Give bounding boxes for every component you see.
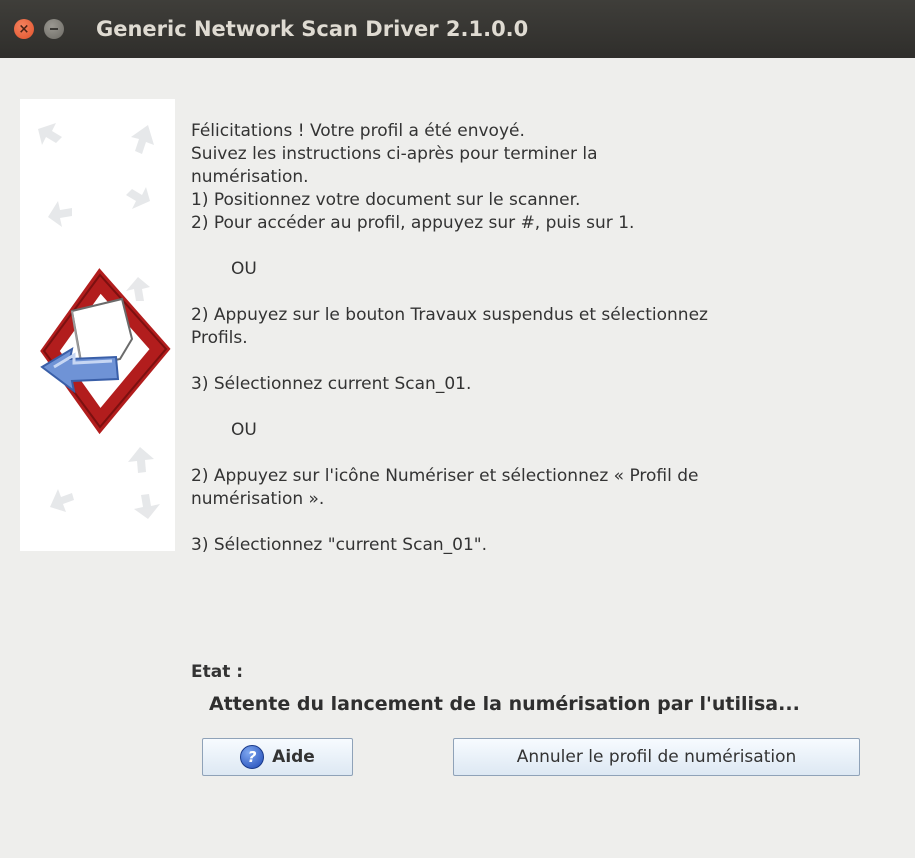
window-title: Generic Network Scan Driver 2.1.0.0 xyxy=(96,17,529,41)
instruction-line: 2) Appuyez sur le bouton Travaux suspend… xyxy=(191,305,708,325)
side-illustration-panel xyxy=(20,99,175,551)
instruction-line: 3) Sélectionnez current Scan_01. xyxy=(191,374,472,394)
scan-document-icon xyxy=(38,123,171,519)
help-icon: ? xyxy=(240,745,265,769)
instruction-line: Profils. xyxy=(191,328,248,348)
close-icon: × xyxy=(18,21,30,37)
window-titlebar: × Generic Network Scan Driver 2.1.0.0 xyxy=(0,0,915,58)
help-button-label: Aide xyxy=(272,747,315,767)
instruction-line: 1) Positionnez votre document sur le sca… xyxy=(191,190,581,210)
instruction-or: OU xyxy=(231,420,257,440)
instruction-line: 3) Sélectionnez "current Scan_01". xyxy=(191,535,487,555)
cancel-profile-button[interactable]: Annuler le profil de numérisation xyxy=(453,738,860,776)
status-label: Etat : xyxy=(191,662,244,682)
instruction-line: numérisation ». xyxy=(191,489,325,509)
minimize-button[interactable] xyxy=(44,19,64,39)
instruction-line: Félicitations ! Votre profil a été envoy… xyxy=(191,121,525,141)
minimize-icon xyxy=(50,28,58,30)
instruction-or: OU xyxy=(231,259,257,279)
help-button[interactable]: ? Aide xyxy=(202,738,353,776)
instruction-line: numérisation. xyxy=(191,167,309,187)
close-button[interactable]: × xyxy=(14,19,34,39)
instruction-line: 2) Appuyez sur l'icône Numériser et séle… xyxy=(191,466,699,486)
instruction-line: Suivez les instructions ci-après pour te… xyxy=(191,144,598,164)
instructions-text: Félicitations ! Votre profil a été envoy… xyxy=(191,120,901,557)
status-text: Attente du lancement de la numérisation … xyxy=(209,693,800,715)
instruction-line: 2) Pour accéder au profil, appuyez sur #… xyxy=(191,213,635,233)
cancel-profile-button-label: Annuler le profil de numérisation xyxy=(516,747,797,767)
